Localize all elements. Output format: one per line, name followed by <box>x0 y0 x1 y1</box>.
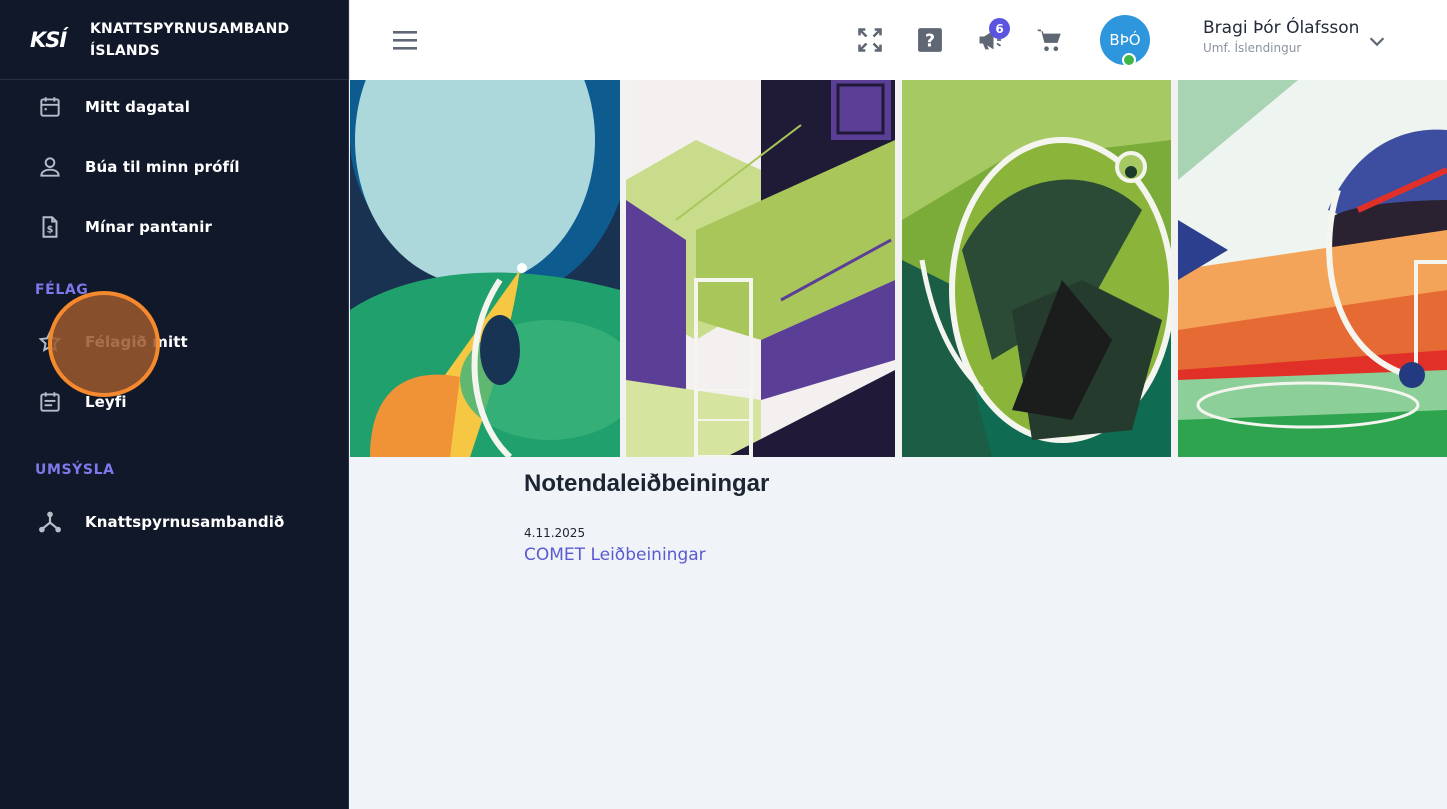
sidebar-item-label: Félagið mitt <box>85 333 188 351</box>
menu-toggle-button[interactable] <box>392 26 418 54</box>
sidebar: KSÍ KNATTSPYRNUSAMBAND ÍSLANDS Mitt daga… <box>0 0 349 809</box>
sidebar-item-label: Knattspyrnusambandið <box>85 513 285 531</box>
sidebar-item-licence[interactable]: Leyfi <box>0 382 349 422</box>
user-name[interactable]: Bragi Þór Ólafsson <box>1203 18 1359 38</box>
sidebar-item-orders[interactable]: $ Mínar pantanir <box>0 207 349 247</box>
banner-panel-4 <box>1178 80 1447 457</box>
invoice-icon: $ <box>36 213 64 241</box>
sidebar-item-calendar[interactable]: Mitt dagatal <box>0 87 349 127</box>
online-status-indicator <box>1122 53 1136 67</box>
user-menu-button[interactable] <box>1366 30 1388 52</box>
banner-panel-1 <box>350 80 620 457</box>
svg-text:?: ? <box>925 32 935 52</box>
svg-text:$: $ <box>47 224 54 235</box>
sidebar-item-federation[interactable]: Knattspyrnusambandið <box>0 502 349 542</box>
sidebar-item-label: Mitt dagatal <box>85 98 190 116</box>
sidebar-item-label: Búa til minn prófíl <box>85 158 240 176</box>
calendar-icon <box>36 93 64 121</box>
ksi-logo: KSÍ <box>30 27 67 52</box>
help-button[interactable]: ? <box>914 24 946 56</box>
brand-name: KNATTSPYRNUSAMBAND ÍSLANDS <box>90 18 289 62</box>
banner-panel-2 <box>626 80 895 457</box>
hamburger-icon <box>393 31 417 50</box>
document-icon <box>36 388 64 416</box>
sidebar-item-label: Mínar pantanir <box>85 218 212 236</box>
sidebar-item-profile[interactable]: Búa til minn prófíl <box>0 147 349 187</box>
cart-button[interactable] <box>1034 24 1066 56</box>
sidebar-item-label: Leyfi <box>85 393 127 411</box>
banner-panel-3 <box>902 80 1171 457</box>
entry-date: 4.11.2025 <box>524 526 586 540</box>
hero-banner <box>350 80 1447 457</box>
brand-header[interactable]: KSÍ KNATTSPYRNUSAMBAND ÍSLANDS <box>0 0 348 80</box>
notification-badge: 6 <box>989 18 1010 39</box>
brand-name-line2: ÍSLANDS <box>90 42 160 59</box>
sidebar-item-my-club[interactable]: Félagið mitt <box>0 322 349 362</box>
section-title-umsysla: UMSÝSLA <box>35 462 115 478</box>
chevron-down-icon <box>1369 37 1385 47</box>
star-icon <box>36 328 64 356</box>
user-club: Umf. Íslendingur <box>1203 41 1302 55</box>
help-icon: ? <box>918 28 942 52</box>
topbar: ? 6 BÞÓ Bragi Þór Ólafsson Umf. Íslendin… <box>350 0 1447 80</box>
fullscreen-button[interactable] <box>854 24 886 56</box>
fullscreen-icon <box>858 28 882 52</box>
page-title: Notendaleiðbeiningar <box>524 470 770 497</box>
brand-name-line1: KNATTSPYRNUSAMBAND <box>90 20 290 37</box>
person-icon <box>36 153 64 181</box>
comet-guide-link[interactable]: COMET Leiðbeiningar <box>524 545 706 565</box>
cart-icon <box>1037 29 1061 52</box>
section-title-felag: FÉLAG <box>35 282 89 298</box>
hierarchy-icon <box>36 508 64 536</box>
